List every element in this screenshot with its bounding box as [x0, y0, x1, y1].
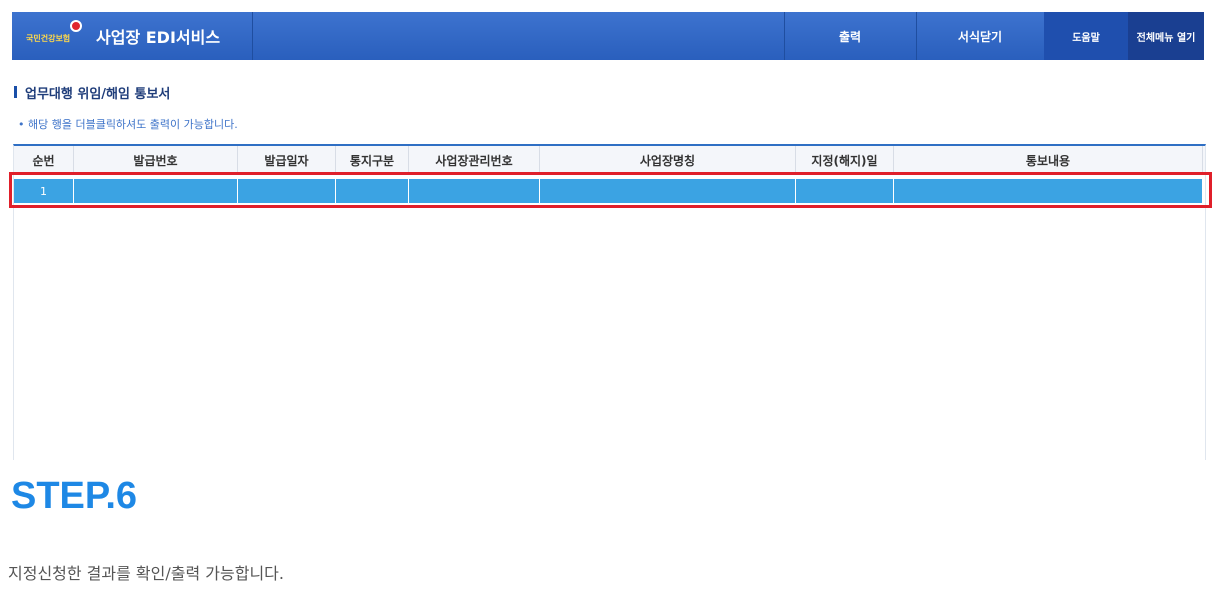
column-header-designation-date[interactable]: 지정(해지)일	[796, 146, 894, 174]
logo-mark-icon	[70, 20, 82, 32]
app-title: 사업장 EDI서비스	[96, 28, 221, 47]
section-bar-icon	[14, 86, 17, 98]
print-button[interactable]: 출력	[784, 12, 916, 60]
divider	[252, 12, 253, 60]
step-title: STEP.6	[11, 475, 138, 517]
nhis-logo: 국민건강보험	[26, 20, 88, 50]
column-header-workplace-mgmt-no[interactable]: 사업장관리번호	[409, 146, 540, 174]
double-click-notice: • 해당 행을 더블클릭하셔도 출력이 가능합니다.	[18, 118, 238, 131]
column-header-seq[interactable]: 순번	[14, 146, 74, 174]
column-header-issue-date[interactable]: 발급일자	[238, 146, 336, 174]
column-header-workplace-name[interactable]: 사업장명칭	[540, 146, 796, 174]
step-description: 지정신청한 결과를 확인/출력 가능합니다.	[8, 564, 284, 583]
section-title: 업무대행 위임/해임 통보서	[25, 86, 171, 102]
column-header-content[interactable]: 통보내용	[894, 146, 1203, 174]
brand: 국민건강보험 사업장 EDI서비스	[12, 12, 252, 60]
column-header-notice-type[interactable]: 통지구분	[336, 146, 409, 174]
section-header: 업무대행 위임/해임 통보서	[14, 83, 171, 102]
close-form-button[interactable]: 서식닫기	[916, 12, 1044, 60]
column-header-issue-no[interactable]: 발급번호	[74, 146, 238, 174]
open-all-menu-button[interactable]: 전체메뉴 열기	[1128, 12, 1204, 60]
grid-header-row: 순번 발급번호 발급일자 통지구분 사업장관리번호 사업장명칭 지정(해지)일 …	[14, 146, 1205, 175]
help-button[interactable]: 도움말	[1044, 12, 1128, 60]
logo-text: 국민건강보험	[26, 34, 71, 43]
row-highlight-box	[9, 172, 1212, 208]
top-header-bar: 국민건강보험 사업장 EDI서비스 출력 서식닫기 도움말 전체메뉴 열기	[12, 12, 1204, 60]
